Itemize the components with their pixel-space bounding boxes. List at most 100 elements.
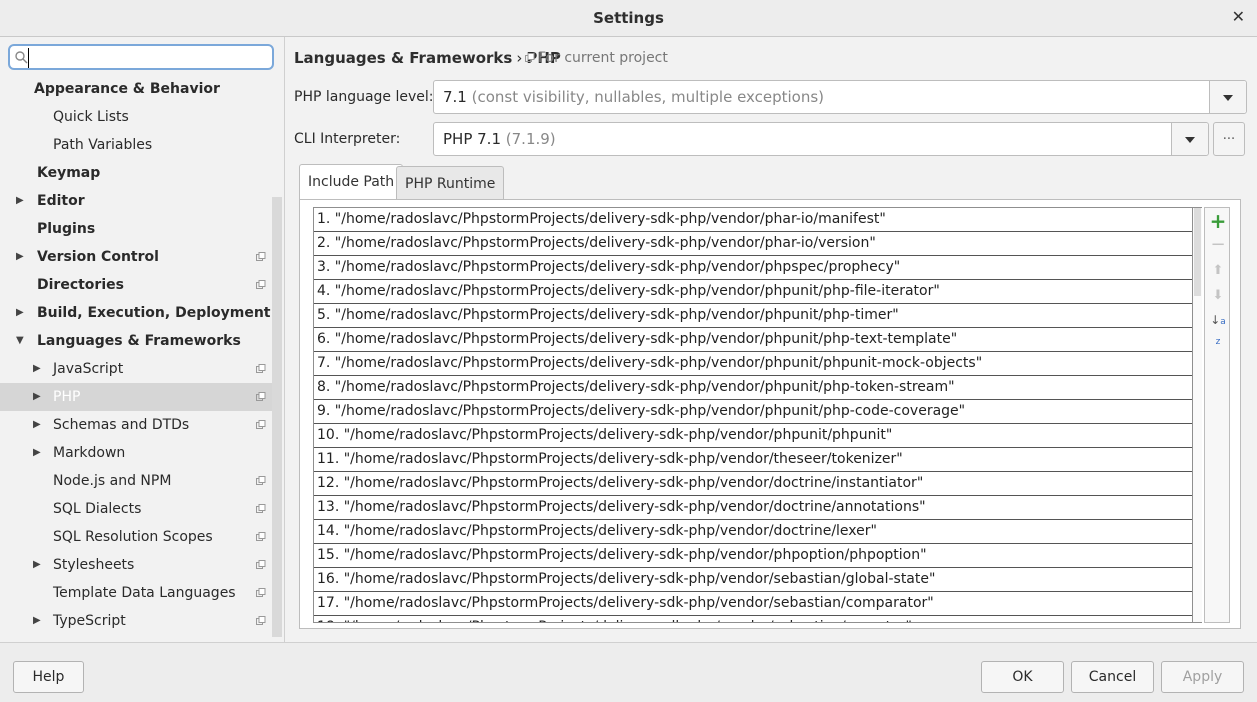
include-path-row[interactable]: 5. "/home/radoslavc/PhpstormProjects/del… bbox=[314, 304, 1192, 328]
move-up-icon[interactable]: ⬆ bbox=[1209, 262, 1227, 280]
project-scope-icon bbox=[256, 280, 266, 289]
chevron-right-icon[interactable]: ▶ bbox=[16, 187, 24, 215]
sidebar-item-label: Node.js and NPM bbox=[53, 473, 172, 489]
sidebar-item-label: PHP bbox=[53, 389, 81, 405]
project-scope-icon bbox=[256, 588, 266, 597]
include-path-scrollbar[interactable] bbox=[1193, 207, 1202, 623]
sidebar-item[interactable]: Appearance & Behavior bbox=[0, 75, 272, 103]
cli-interpreter-dropdown-button[interactable] bbox=[1171, 123, 1208, 155]
sidebar-item[interactable]: Path Variables bbox=[0, 131, 272, 159]
sidebar-item-label: Path Variables bbox=[53, 137, 153, 153]
include-path-row[interactable]: 17. "/home/radoslavc/PhpstormProjects/de… bbox=[314, 592, 1192, 616]
scrollbar-thumb[interactable] bbox=[1194, 208, 1201, 296]
include-path-row[interactable]: 1. "/home/radoslavc/PhpstormProjects/del… bbox=[314, 208, 1192, 232]
include-path-row[interactable]: 13. "/home/radoslavc/PhpstormProjects/de… bbox=[314, 496, 1192, 520]
chevron-right-icon[interactable]: ▶ bbox=[16, 243, 24, 271]
php-level-dropdown[interactable]: 7.1 (const visibility, nullables, multip… bbox=[433, 80, 1247, 114]
sidebar-item[interactable]: ▼ Languages & Frameworks bbox=[0, 327, 272, 355]
chevron-right-icon[interactable]: ▶ bbox=[33, 383, 41, 411]
add-icon[interactable]: + bbox=[1209, 211, 1227, 231]
tab-php-runtime[interactable]: PHP Runtime bbox=[396, 166, 505, 202]
configure-interpreter-button[interactable]: ... bbox=[1213, 122, 1245, 156]
sidebar-item-label: SQL Dialects bbox=[53, 501, 142, 517]
include-path-row[interactable]: 16. "/home/radoslavc/PhpstormProjects/de… bbox=[314, 568, 1192, 592]
include-path-row[interactable]: 6. "/home/radoslavc/PhpstormProjects/del… bbox=[314, 328, 1192, 352]
breadcrumb-section: Languages & Frameworks bbox=[294, 49, 513, 67]
sidebar-item[interactable]: ▶ PHP bbox=[0, 383, 272, 411]
chevron-right-icon[interactable]: ▶ bbox=[16, 299, 24, 327]
chevron-down-icon[interactable]: ▼ bbox=[16, 327, 24, 355]
sidebar-item[interactable]: ▶ JavaScript bbox=[0, 355, 272, 383]
close-icon[interactable]: ✕ bbox=[1232, 7, 1245, 26]
include-path-toolbar: + − ⬆ ⬇ ↓a z bbox=[1204, 207, 1230, 623]
include-path-row[interactable]: 11. "/home/radoslavc/PhpstormProjects/de… bbox=[314, 448, 1192, 472]
chevron-right-icon[interactable]: ▶ bbox=[33, 551, 41, 579]
project-scope-note: For current project bbox=[538, 50, 668, 66]
sidebar-item-label: Plugins bbox=[37, 221, 96, 237]
sidebar-item-label: Editor bbox=[37, 193, 85, 209]
project-scope-icon bbox=[256, 252, 266, 261]
include-path-row[interactable]: 18. "/home/radoslavc/PhpstormProjects/de… bbox=[314, 616, 1192, 622]
sidebar-item[interactable]: ▶ Stylesheets bbox=[0, 551, 272, 579]
sidebar-item[interactable]: ▶ Markdown bbox=[0, 439, 272, 467]
sidebar-item[interactable]: Plugins bbox=[0, 215, 272, 243]
project-scope-icon bbox=[256, 476, 266, 485]
sidebar-item-label: Appearance & Behavior bbox=[34, 81, 220, 97]
include-path-row[interactable]: 8. "/home/radoslavc/PhpstormProjects/del… bbox=[314, 376, 1192, 400]
sidebar-item[interactable]: Keymap bbox=[0, 159, 272, 187]
include-path-list[interactable]: 1. "/home/radoslavc/PhpstormProjects/del… bbox=[313, 207, 1193, 623]
sort-icon[interactable]: ↓a z bbox=[1209, 311, 1227, 347]
php-level-dropdown-button[interactable] bbox=[1209, 81, 1246, 113]
project-scope-icon bbox=[256, 616, 266, 625]
php-level-label: PHP language level: bbox=[294, 89, 434, 105]
sidebar-scrollbar[interactable] bbox=[272, 197, 282, 637]
sidebar-item-label: Version Control bbox=[37, 249, 159, 265]
sidebar-item-label: TypeScript bbox=[53, 613, 126, 629]
sidebar-item[interactable]: Quick Lists bbox=[0, 103, 272, 131]
sidebar-item[interactable]: SQL Resolution Scopes bbox=[0, 523, 272, 551]
sidebar-item[interactable]: ▶ Editor bbox=[0, 187, 272, 215]
sidebar-item[interactable]: Node.js and NPM bbox=[0, 467, 272, 495]
search-box[interactable] bbox=[8, 44, 274, 70]
settings-tree: Appearance & Behavior Quick Lists Path Var… bbox=[0, 75, 272, 635]
include-path-row[interactable]: 7. "/home/radoslavc/PhpstormProjects/del… bbox=[314, 352, 1192, 376]
remove-icon[interactable]: − bbox=[1209, 236, 1227, 254]
sidebar-item[interactable]: Template Data Languages bbox=[0, 579, 272, 607]
cancel-button[interactable]: Cancel bbox=[1071, 661, 1154, 693]
sidebar-item-label: Directories bbox=[37, 277, 124, 293]
settings-sidebar: Appearance & Behavior Quick Lists Path Var… bbox=[0, 37, 285, 642]
sidebar-item[interactable]: ▶ Version Control bbox=[0, 243, 272, 271]
chevron-right-icon[interactable]: ▶ bbox=[33, 411, 41, 439]
sidebar-item[interactable]: ▶ Schemas and DTDs bbox=[0, 411, 272, 439]
apply-button[interactable]: Apply bbox=[1161, 661, 1244, 693]
include-path-row[interactable]: 15. "/home/radoslavc/PhpstormProjects/de… bbox=[314, 544, 1192, 568]
include-path-row[interactable]: 10. "/home/radoslavc/PhpstormProjects/de… bbox=[314, 424, 1192, 448]
sidebar-item[interactable]: SQL Dialects bbox=[0, 495, 272, 523]
include-path-row[interactable]: 14. "/home/radoslavc/PhpstormProjects/de… bbox=[314, 520, 1192, 544]
search-input[interactable] bbox=[28, 48, 271, 68]
chevron-right-icon[interactable]: ▶ bbox=[33, 355, 41, 383]
sidebar-item[interactable]: Directories bbox=[0, 271, 272, 299]
move-down-icon[interactable]: ⬇ bbox=[1209, 287, 1227, 305]
include-path-row[interactable]: 12. "/home/radoslavc/PhpstormProjects/de… bbox=[314, 472, 1192, 496]
ok-button[interactable]: OK bbox=[981, 661, 1064, 693]
project-scope-icon bbox=[256, 532, 266, 541]
project-scope-icon bbox=[256, 560, 266, 569]
include-path-row[interactable]: 2. "/home/radoslavc/PhpstormProjects/del… bbox=[314, 232, 1192, 256]
chevron-right-icon[interactable]: ▶ bbox=[33, 607, 41, 635]
sidebar-item[interactable]: ▶ Build, Execution, Deployment bbox=[0, 299, 272, 327]
sidebar-item[interactable]: ▶ TypeScript bbox=[0, 607, 272, 635]
window-title: Settings bbox=[593, 9, 664, 27]
cli-interpreter-value: PHP 7.1 (7.1.9) bbox=[443, 130, 556, 148]
project-scope-icon bbox=[256, 504, 266, 513]
tab-include-path[interactable]: Include Path bbox=[299, 164, 404, 202]
include-path-row[interactable]: 9. "/home/radoslavc/PhpstormProjects/del… bbox=[314, 400, 1192, 424]
help-button[interactable]: Help bbox=[13, 661, 84, 693]
chevron-right-icon[interactable]: ▶ bbox=[33, 439, 41, 467]
cli-interpreter-dropdown[interactable]: PHP 7.1 (7.1.9) bbox=[433, 122, 1209, 156]
include-path-row[interactable]: 4. "/home/radoslavc/PhpstormProjects/del… bbox=[314, 280, 1192, 304]
cli-interpreter-label: CLI Interpreter: bbox=[294, 131, 401, 147]
php-level-value: 7.1 (const visibility, nullables, multip… bbox=[443, 88, 824, 106]
include-path-row[interactable]: 3. "/home/radoslavc/PhpstormProjects/del… bbox=[314, 256, 1192, 280]
cli-interpreter-name: PHP 7.1 bbox=[443, 130, 501, 148]
